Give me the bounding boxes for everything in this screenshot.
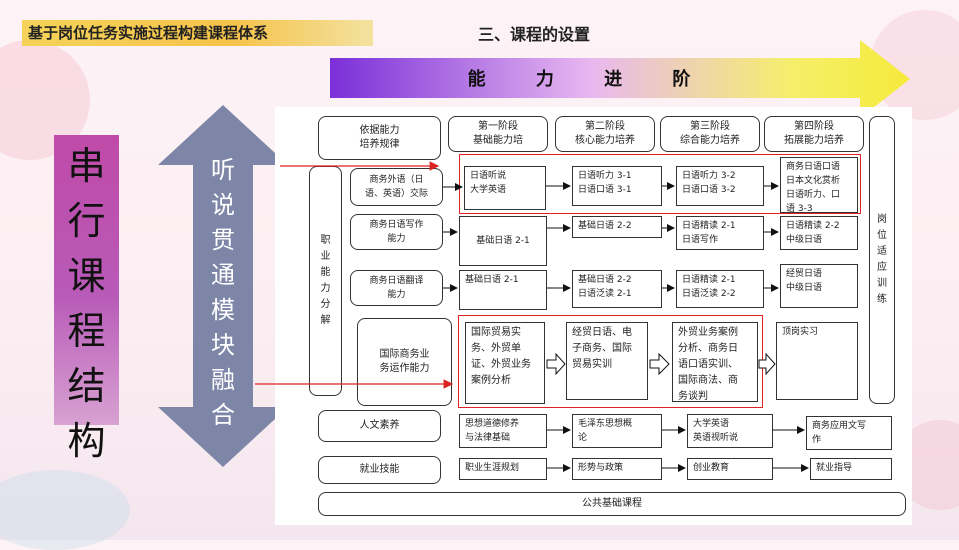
employment-course-1: 职业生涯规划 (459, 458, 547, 480)
course-r2-s4: 日语精读 2-2 中级日语 (780, 216, 858, 250)
slide-title: 基于岗位任务实施过程构建课程体系 (22, 20, 373, 46)
double-arrow-char: 块 (211, 331, 235, 359)
ability-progress-label: 能 力 进 阶 (467, 69, 713, 90)
left-label-char: 结 (67, 364, 106, 408)
post-adaptation-training-label: 岗 位 适 应 训 练 (869, 116, 895, 404)
left-label-char: 程 (67, 309, 106, 353)
course-r2-s2: 基础日语 2-2 (572, 216, 662, 238)
header-stage2: 第二阶段 核心能力培养 (555, 116, 655, 152)
course-r3-s2: 基础日语 2-2 日语泛读 2-1 (572, 270, 662, 308)
ability-communication: 商务外语（日 语、英语）交际 (350, 168, 443, 206)
employment-course-2: 形势与政策 (572, 458, 662, 480)
left-label-char: 课 (67, 254, 106, 298)
double-arrow-char: 说 (211, 191, 235, 219)
course-r4-s4: 顶岗实习 (776, 322, 858, 400)
humanities-course-1: 思想道德修养 与法律基础 (459, 414, 547, 448)
left-label-char: 串 (67, 144, 106, 188)
ability-business-operation: 国际商务业 务运作能力 (357, 318, 452, 406)
header-basis: 依据能力 培养规律 (318, 116, 441, 160)
header-stage1: 第一阶段 基础能力培 (448, 116, 548, 152)
course-r3-s3: 日语精读 2-1 日语泛读 2-2 (676, 270, 764, 308)
double-arrow-char: 通 (211, 261, 235, 289)
header-stage4: 第四阶段 拓展能力培养 (764, 116, 864, 152)
listening-speaking-module-label: 听说贯通模块融合 (203, 150, 243, 429)
employment-skills-label: 就业技能 (318, 456, 441, 484)
double-arrow-char: 合 (211, 401, 235, 429)
serial-course-structure-label: 串行课程结构 (54, 135, 119, 463)
public-foundation-courses: 公共基础课程 (318, 492, 906, 516)
vocational-ability-decomposition-label: 职 业 能 力 分 解 (309, 166, 342, 396)
double-arrow-char: 听 (211, 156, 235, 184)
course-r3-s1: 基础日语 2-1 (459, 270, 547, 310)
humanities-course-3: 大学英语 英语视听说 (687, 414, 773, 448)
blossom-decoration (0, 470, 130, 550)
double-arrow-char: 融 (211, 366, 235, 394)
humanities-label: 人文素养 (318, 410, 441, 442)
double-arrow-char: 模 (211, 296, 235, 324)
course-r2-s3: 日语精读 2-1 日语写作 (676, 216, 764, 250)
left-label-char: 构 (67, 419, 106, 463)
highlight-business-operation-chain (458, 315, 763, 408)
course-r2-s1: 基础日语 2-1 (459, 216, 547, 266)
highlight-listening-speaking-chain (459, 154, 861, 214)
header-stage3: 第三阶段 综合能力培养 (660, 116, 760, 152)
left-label-char: 行 (67, 199, 106, 243)
course-r3-s4: 经贸日语 中级日语 (780, 264, 858, 308)
double-arrow-char: 贯 (211, 226, 235, 254)
humanities-course-2: 毛泽东思想概 论 (572, 414, 662, 448)
employment-course-4: 就业指导 (810, 458, 892, 480)
employment-course-3: 创业教育 (687, 458, 773, 480)
ability-writing: 商务日语写作 能力 (350, 214, 443, 250)
humanities-course-4: 商务应用文写 作 (806, 416, 892, 450)
ability-translation: 商务日语翻译 能力 (350, 270, 443, 306)
